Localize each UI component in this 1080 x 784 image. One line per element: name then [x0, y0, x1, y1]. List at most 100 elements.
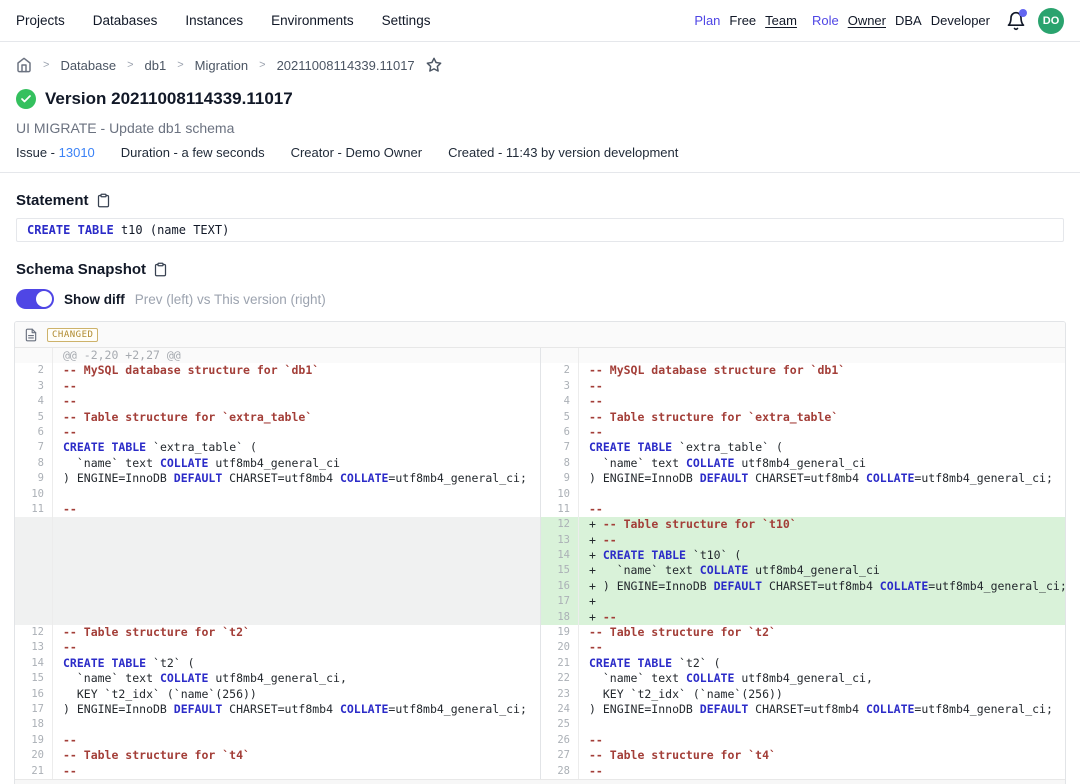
- diff-header: CHANGED: [15, 322, 1065, 348]
- line-number: 15: [541, 563, 579, 578]
- code-line: [53, 487, 540, 502]
- diff-code-row: 14CREATE TABLE `t2` (: [15, 656, 540, 671]
- notification-bell-icon[interactable]: [1006, 11, 1026, 31]
- code-line: --: [579, 764, 1065, 779]
- line-number: 8: [541, 456, 579, 471]
- nav-item-environments[interactable]: Environments: [271, 13, 354, 28]
- diff-pane-current: 2-- MySQL database structure for `db1`3-…: [540, 348, 1065, 779]
- line-number: 14: [15, 656, 53, 671]
- diff-code-row: 5-- Table structure for `extra_table`: [15, 410, 540, 425]
- diff-code-row: 12-- Table structure for `t2`: [15, 625, 540, 640]
- line-number: 10: [541, 487, 579, 502]
- line-number: 3: [15, 379, 53, 394]
- code-line: ) ENGINE=InnoDB DEFAULT CHARSET=utf8mb4 …: [579, 702, 1065, 717]
- diff-filler-row: [15, 533, 540, 548]
- diff-filler-row: [15, 610, 540, 625]
- breadcrumb-db1[interactable]: db1: [145, 58, 167, 73]
- line-number: [15, 579, 53, 594]
- star-icon[interactable]: [426, 57, 442, 73]
- nav-item-projects[interactable]: Projects: [16, 13, 65, 28]
- line-number: 12: [15, 625, 53, 640]
- show-diff-label: Show diff: [64, 292, 125, 307]
- line-number: 16: [15, 687, 53, 702]
- diff-hunk-header: [541, 348, 1065, 363]
- diff-code-row: 10: [15, 487, 540, 502]
- code-line: -- Table structure for `t4`: [53, 748, 540, 763]
- section-divider: [0, 172, 1080, 173]
- code-line: + ) ENGINE=InnoDB DEFAULT CHARSET=utf8mb…: [579, 579, 1065, 594]
- code-line: ) ENGINE=InnoDB DEFAULT CHARSET=utf8mb4 …: [53, 471, 540, 486]
- code-line: -- Table structure for `extra_table`: [53, 410, 540, 425]
- line-number: 15: [15, 671, 53, 686]
- code-line: + --: [579, 533, 1065, 548]
- line-number: 8: [15, 456, 53, 471]
- role-owner-link[interactable]: Owner: [848, 13, 886, 28]
- diff-filler-row: [15, 594, 540, 609]
- diff-code-row: 10: [541, 487, 1065, 502]
- statement-heading: Statement: [16, 192, 1064, 209]
- diff-code-row: 21--: [15, 764, 540, 779]
- code-line: -- Table structure for `extra_table`: [579, 410, 1065, 425]
- breadcrumb-version[interactable]: 20211008114339.11017: [277, 58, 415, 73]
- diff-code-row: 19-- Table structure for `t2`: [541, 625, 1065, 640]
- code-line: --: [53, 502, 540, 517]
- show-diff-toggle[interactable]: [16, 289, 54, 309]
- line-number: 26: [541, 733, 579, 748]
- diff-code-row: 4--: [15, 394, 540, 409]
- diff-pane-previous: @@ -2,20 +2,27 @@2-- MySQL database stru…: [15, 348, 540, 779]
- file-icon: [24, 328, 38, 342]
- show-diff-row: Show diff Prev (left) vs This version (r…: [16, 289, 1064, 309]
- breadcrumb: > Database > db1 > Migration > 202110081…: [0, 42, 1080, 73]
- breadcrumb-migration[interactable]: Migration: [195, 58, 248, 73]
- diff-code-row: 22 `name` text COLLATE utf8mb4_general_c…: [541, 671, 1065, 686]
- diff-code-row: 3--: [15, 379, 540, 394]
- diff-code-row: 14+ CREATE TABLE `t10` (: [541, 548, 1065, 563]
- line-number: 17: [541, 594, 579, 609]
- line-number: 18: [541, 610, 579, 625]
- home-icon[interactable]: [16, 57, 32, 73]
- diff-filler-row: [15, 563, 540, 578]
- line-number: 24: [541, 702, 579, 717]
- role-developer[interactable]: Developer: [931, 13, 990, 28]
- diff-code-row: 28--: [541, 764, 1065, 779]
- plan-label[interactable]: Plan: [694, 13, 720, 28]
- diff-code-row: 5-- Table structure for `extra_table`: [541, 410, 1065, 425]
- code-line: -- Table structure for `t4`: [579, 748, 1065, 763]
- code-line: `name` text COLLATE utf8mb4_general_ci,: [53, 671, 540, 686]
- copy-statement-icon[interactable]: [96, 193, 111, 208]
- code-line: + CREATE TABLE `t10` (: [579, 548, 1065, 563]
- plan-team-link[interactable]: Team: [765, 13, 797, 28]
- nav-item-databases[interactable]: Databases: [93, 13, 158, 28]
- role-dba[interactable]: DBA: [895, 13, 922, 28]
- role-label[interactable]: Role: [812, 13, 839, 28]
- diff-footer: [15, 779, 1065, 784]
- breadcrumb-separator: >: [259, 59, 265, 71]
- code-line: -- Table structure for `t2`: [579, 625, 1065, 640]
- copy-schema-icon[interactable]: [153, 262, 168, 277]
- code-line: -- MySQL database structure for `db1`: [53, 363, 540, 378]
- notification-dot: [1019, 9, 1027, 17]
- diff-code-row: 18+ --: [541, 610, 1065, 625]
- nav-right: Plan Free Team Role Owner DBA Developer …: [694, 8, 1064, 34]
- code-line: ) ENGINE=InnoDB DEFAULT CHARSET=utf8mb4 …: [579, 471, 1065, 486]
- diff-code-row: 7CREATE TABLE `extra_table` (: [541, 440, 1065, 455]
- code-line: `name` text COLLATE utf8mb4_general_ci,: [579, 671, 1065, 686]
- diff-code-row: 27-- Table structure for `t4`: [541, 748, 1065, 763]
- code-line: [53, 610, 540, 625]
- issue-link[interactable]: 13010: [59, 145, 95, 160]
- avatar[interactable]: DO: [1038, 8, 1064, 34]
- nav-item-instances[interactable]: Instances: [185, 13, 243, 28]
- line-number: 27: [541, 748, 579, 763]
- line-number: 20: [15, 748, 53, 763]
- diff-filler-row: [15, 517, 540, 532]
- code-line: KEY `t2_idx` (`name`(256)): [579, 687, 1065, 702]
- breadcrumb-database[interactable]: Database: [60, 58, 116, 73]
- line-number: 17: [15, 702, 53, 717]
- code-line: --: [53, 379, 540, 394]
- diff-code-row: 26--: [541, 733, 1065, 748]
- line-number: [15, 610, 53, 625]
- top-nav: Projects Databases Instances Environment…: [0, 0, 1080, 42]
- nav-item-settings[interactable]: Settings: [382, 13, 431, 28]
- code-line: [53, 517, 540, 532]
- code-line: CREATE TABLE `t2` (: [53, 656, 540, 671]
